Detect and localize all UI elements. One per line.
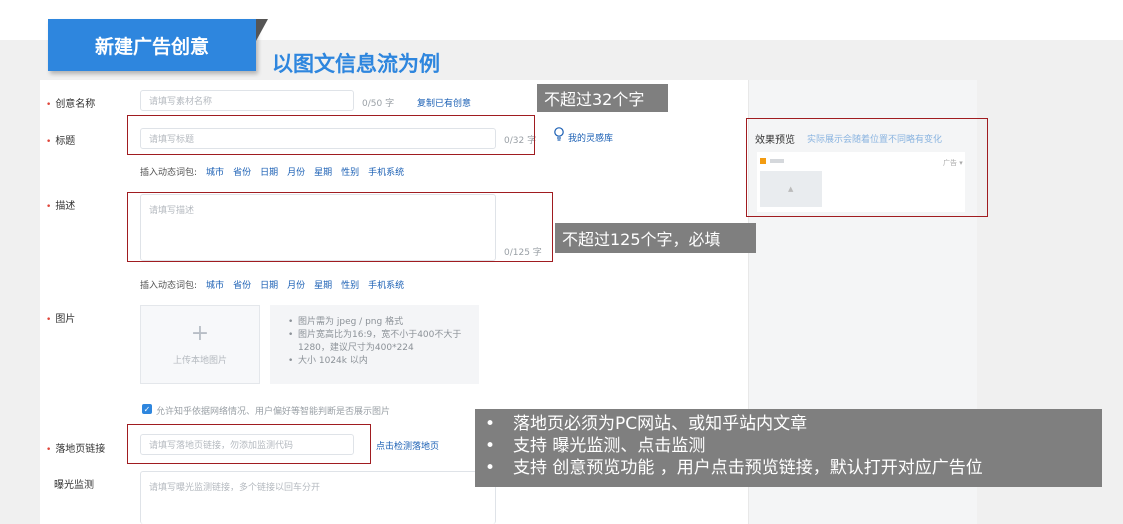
required-mark: • xyxy=(46,315,52,325)
dynamic-word-date[interactable]: 日期 xyxy=(260,278,278,291)
title-label-text: 标题 xyxy=(55,136,76,147)
description-label-text: 描述 xyxy=(55,201,76,212)
creative-name-counter: 0/50 字 xyxy=(362,99,395,109)
landing-page-label-text: 落地页链接 xyxy=(55,444,106,455)
dynamic-word-city[interactable]: 城市 xyxy=(206,278,224,291)
detect-landing-page-link[interactable]: 点击检测落地页 xyxy=(376,439,439,452)
required-mark: • xyxy=(46,202,52,212)
landing-page-notes: 落地页必须为PC网站、或知乎站内文章 支持 曝光监测、点击监测 支持 创意预览功… xyxy=(475,409,1102,487)
dynamic-words-prefix: 插入动态词包: xyxy=(140,168,198,178)
dynamic-word-gender[interactable]: 性别 xyxy=(341,278,359,291)
slide-subtitle: 以图文信息流为例 xyxy=(272,52,440,76)
note-item: 落地页必须为PC网站、或知乎站内文章 xyxy=(485,413,1102,435)
image-label: • 图片 xyxy=(46,310,75,325)
creative-name-input[interactable]: 请填写素材名称 xyxy=(140,90,354,111)
tab-fold-corner xyxy=(256,19,268,41)
dynamic-word-weekday[interactable]: 星期 xyxy=(314,278,332,291)
description-highlight-frame xyxy=(127,192,553,262)
dynamic-word-phone-os[interactable]: 手机系统 xyxy=(368,278,404,291)
exposure-monitor-label: 曝光监测 xyxy=(54,480,94,491)
upload-image-text: 上传本地图片 xyxy=(172,356,227,366)
dynamic-word-province[interactable]: 省份 xyxy=(233,278,251,291)
smart-image-checkbox-label: 允许知乎依据网络情况、用户偏好等智能判断是否展示图片 xyxy=(156,407,391,417)
slide-title-tab: 新建广告创意 xyxy=(48,19,256,71)
landing-page-highlight-frame xyxy=(127,424,371,464)
dynamic-word-date[interactable]: 日期 xyxy=(260,165,278,178)
dynamic-words-prefix: 插入动态词包: xyxy=(140,281,198,291)
title-limit-callout: 不超过32个字 xyxy=(537,84,668,112)
image-hint: 图片宽高比为16:9，宽不小于400不大于1280，建议尺寸为400*224 xyxy=(288,329,469,355)
dynamic-word-city[interactable]: 城市 xyxy=(206,165,224,178)
preview-highlight-frame xyxy=(746,118,988,217)
title-label: • 标题 xyxy=(46,132,75,147)
note-item: 支持 曝光监测、点击监测 xyxy=(485,435,1102,457)
image-requirements: 图片需为 jpeg / png 格式 图片宽高比为16:9，宽不小于400不大于… xyxy=(270,305,479,384)
note-item: 支持 创意预览功能 ，用户点击预览链接，默认打开对应广告位 xyxy=(485,457,1102,479)
smart-image-checkbox[interactable]: ✓ xyxy=(142,404,152,414)
image-hint: 图片需为 jpeg / png 格式 xyxy=(288,316,469,329)
required-mark: • xyxy=(46,137,52,147)
required-mark: • xyxy=(46,445,52,455)
title-highlight-frame xyxy=(127,115,535,155)
dynamic-word-province[interactable]: 省份 xyxy=(233,165,251,178)
dynamic-word-month[interactable]: 月份 xyxy=(287,278,305,291)
creative-name-label-text: 创意名称 xyxy=(55,99,96,110)
dynamic-words-row: 插入动态词包: 城市 省份 日期 月份 星期 性别 手机系统 xyxy=(140,165,404,178)
dynamic-word-phone-os[interactable]: 手机系统 xyxy=(368,165,404,178)
dynamic-word-gender[interactable]: 性别 xyxy=(341,165,359,178)
inspiration-library-link[interactable]: 我的灵感库 xyxy=(568,131,613,144)
upload-image-button[interactable]: + 上传本地图片 xyxy=(140,305,260,384)
description-label: • 描述 xyxy=(46,197,75,212)
required-mark: • xyxy=(46,100,52,110)
landing-page-label: • 落地页链接 xyxy=(46,440,105,455)
image-label-text: 图片 xyxy=(55,314,76,325)
copy-existing-creative-link[interactable]: 复制已有创意 xyxy=(417,96,471,109)
plus-icon: + xyxy=(190,321,210,346)
lightbulb-icon[interactable] xyxy=(553,127,565,141)
image-hint: 大小 1024k 以内 xyxy=(288,355,469,368)
creative-name-label: • 创意名称 xyxy=(46,95,95,110)
description-limit-callout: 不超过125个字，必填 xyxy=(555,223,756,253)
dynamic-word-month[interactable]: 月份 xyxy=(287,165,305,178)
dynamic-words-row: 插入动态词包: 城市 省份 日期 月份 星期 性别 手机系统 xyxy=(140,278,404,291)
dynamic-word-weekday[interactable]: 星期 xyxy=(314,165,332,178)
exposure-monitor-textarea[interactable]: 请填写曝光监测链接，多个链接以回车分开 xyxy=(140,471,496,524)
